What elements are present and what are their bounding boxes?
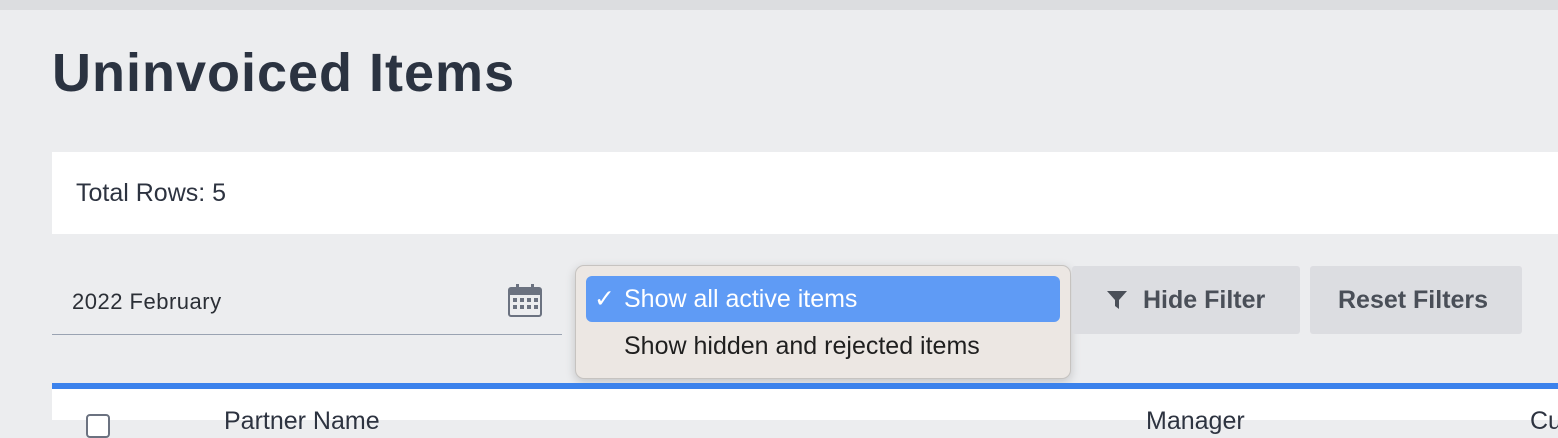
check-icon: ✓ <box>594 285 615 313</box>
month-picker-value[interactable]: 2022 February <box>72 289 222 315</box>
select-all-checkbox[interactable] <box>86 414 110 438</box>
option-label: Show hidden and rejected items <box>624 332 980 360</box>
hide-filter-button[interactable]: Hide Filter <box>1072 266 1300 334</box>
hide-filter-label: Hide Filter <box>1143 286 1266 314</box>
column-header-manager[interactable]: Manager <box>1146 407 1245 436</box>
reset-filters-label: Reset Filters <box>1338 286 1489 314</box>
column-header-truncated[interactable]: Cu <box>1530 407 1558 436</box>
option-label: Show all active items <box>624 285 858 313</box>
top-bar <box>0 0 1558 10</box>
page-title: Uninvoiced Items <box>52 43 516 103</box>
total-rows-card: Total Rows: 5 <box>52 152 1558 234</box>
column-header-partner-name[interactable]: Partner Name <box>224 407 380 436</box>
reset-filters-button[interactable]: Reset Filters <box>1310 266 1522 334</box>
total-rows-text: Total Rows: 5 <box>76 179 227 207</box>
month-picker-field[interactable]: 2022 February <box>52 268 562 335</box>
visibility-select-dropdown[interactable]: ✓ Show all active items Show hidden and … <box>575 265 1071 379</box>
items-table: Partner Name Manager Cu <box>52 383 1558 438</box>
option-show-hidden-rejected[interactable]: Show hidden and rejected items <box>586 323 1060 369</box>
calendar-icon[interactable] <box>508 284 542 317</box>
funnel-icon <box>1107 291 1127 309</box>
option-show-all-active[interactable]: ✓ Show all active items <box>586 276 1060 322</box>
